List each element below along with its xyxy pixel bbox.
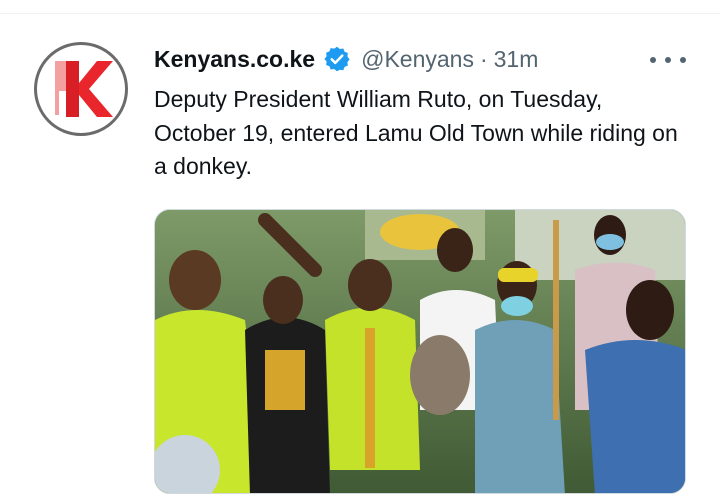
display-name[interactable]: Kenyans.co.ke <box>154 46 315 73</box>
avatar[interactable] <box>34 42 128 136</box>
kenyans-logo-icon <box>55 61 113 117</box>
crowd-photo-illustration <box>155 210 685 493</box>
more-dot <box>650 57 656 63</box>
top-divider <box>0 13 720 14</box>
handle[interactable]: @Kenyans <box>361 46 474 73</box>
separator-dot: · <box>479 45 488 72</box>
more-dot <box>680 57 686 63</box>
tweet-text: Deputy President William Ruto, on Tuesda… <box>154 86 678 179</box>
more-options-icon[interactable] <box>650 48 686 72</box>
tweet-header: Kenyans.co.ke @Kenyans · 31m <box>154 42 538 76</box>
more-dot <box>665 57 671 63</box>
verified-badge-icon <box>323 45 351 73</box>
timestamp[interactable]: 31m <box>494 46 539 73</box>
tweet-photo[interactable] <box>154 209 686 494</box>
